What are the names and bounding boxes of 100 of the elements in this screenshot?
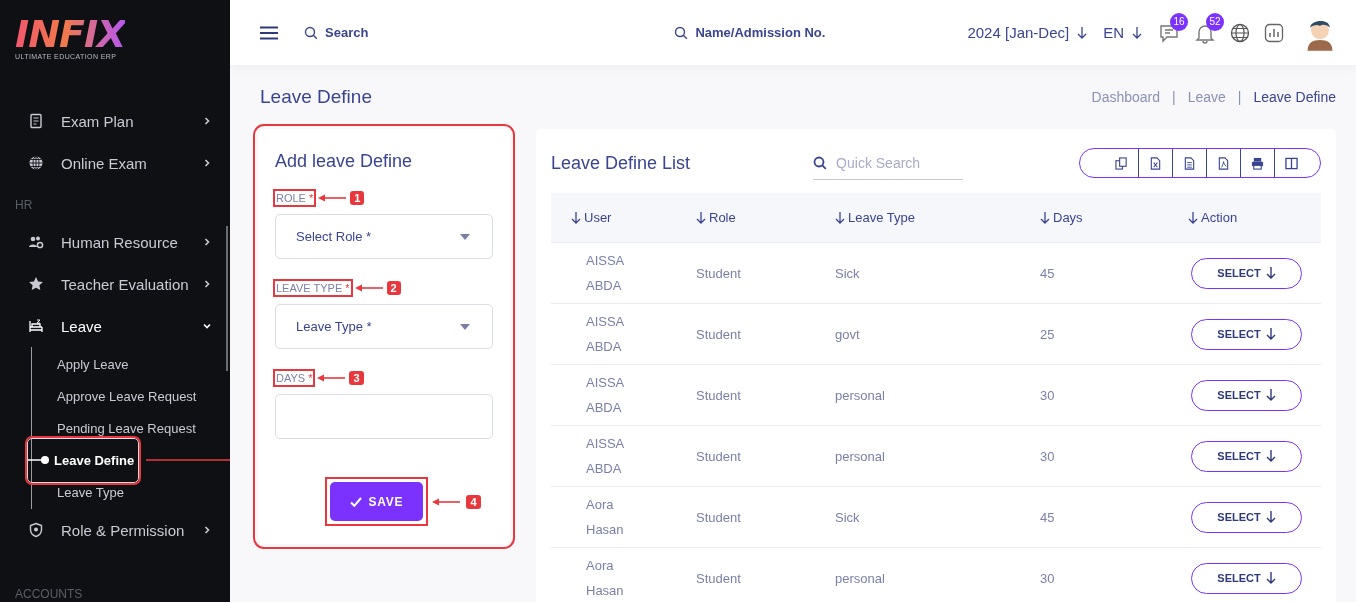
breadcrumb-separator: | (1237, 89, 1242, 105)
field-label: DAYS * (275, 371, 314, 385)
submenu-item[interactable]: Pending Leave Request (32, 418, 196, 438)
table-cell-text: personal (835, 448, 886, 464)
page-title: Leave Define (260, 86, 372, 108)
input-field[interactable] (275, 394, 493, 439)
table-cell-text: AISSA ABDA (585, 374, 625, 417)
sidebar-item[interactable]: Online Exam (0, 142, 230, 184)
breadcrumb-link[interactable]: Leave Define (1253, 89, 1336, 105)
table-cell-text: Aora Hasan (585, 557, 625, 600)
sort-arrow-icon (696, 211, 706, 224)
column-header[interactable]: Days (1040, 210, 1188, 225)
callout-arrow (432, 496, 461, 507)
callout-number: 3 (349, 371, 364, 385)
chart-icon[interactable] (1264, 22, 1284, 43)
column-header[interactable]: User (571, 210, 696, 225)
down-arrow-icon (1265, 450, 1276, 462)
bed-icon (28, 318, 44, 334)
table-cell-text: Student (696, 509, 742, 525)
table-cell-text: 30 (1040, 448, 1056, 464)
pdf-file-icon (1217, 156, 1230, 170)
submenu-item[interactable]: Approve Leave Request (32, 386, 197, 406)
chevron-icon (202, 158, 212, 168)
sidebar-item[interactable]: Teacher Evaluation (0, 263, 230, 305)
down-arrow-icon (1265, 389, 1276, 401)
down-arrow-icon (1132, 26, 1142, 39)
clipboard-icon (28, 113, 44, 129)
sidebar-item[interactable]: Exam Plan (0, 100, 230, 142)
table-cell-text: govt (835, 326, 861, 342)
columns-icon (1285, 156, 1298, 170)
table-cell-text: AISSA ABDA (585, 313, 625, 356)
sidebar-item[interactable]: Human Resource (0, 221, 230, 263)
submenu-item[interactable]: Leave Type (32, 482, 124, 502)
text-file-icon (1183, 156, 1196, 170)
select-button[interactable]: SELECT (1191, 562, 1302, 594)
globe-icon (28, 155, 44, 171)
down-arrow-icon (1265, 511, 1276, 523)
language-dropdown[interactable]: EN (1103, 24, 1142, 41)
chevron-icon (202, 525, 212, 535)
callout-number: 4 (466, 494, 481, 509)
search-icon (813, 155, 828, 170)
star-icon (28, 276, 44, 292)
nav-section-heading: HR (14, 197, 34, 214)
copy-icon (1114, 156, 1128, 170)
chevron-icon (202, 116, 212, 126)
chevron-icon (202, 279, 212, 289)
table-cell-text: personal (835, 570, 886, 586)
callout-arrow (318, 193, 347, 203)
callout-number: 2 (386, 281, 401, 295)
select-button[interactable]: SELECT (1191, 257, 1302, 289)
down-arrow-icon (1265, 267, 1276, 279)
table-cell-text: Aora Hasan (585, 496, 625, 539)
search-icon (674, 25, 689, 40)
excel-file-icon (1149, 156, 1162, 170)
field-label: ROLE * (275, 191, 315, 205)
table-cell-text: AISSA ABDA (585, 252, 625, 295)
menu-icon[interactable] (260, 25, 278, 40)
session-dropdown[interactable]: 2024 [Jan-Dec] (967, 24, 1088, 41)
table-cell-text: Student (696, 265, 742, 281)
select-button[interactable]: SELECT (1191, 379, 1302, 411)
submenu-item[interactable]: Leave Define (27, 437, 140, 483)
shield-icon (28, 522, 44, 538)
table-cell-text: 45 (1040, 509, 1056, 525)
table-cell-text: Student (696, 326, 742, 342)
down-arrow-icon (1265, 328, 1276, 340)
submenu-item[interactable]: Apply Leave (32, 354, 129, 374)
table-cell-text: Sick (835, 265, 861, 281)
sidebar-item[interactable]: Role & Permission (0, 509, 230, 551)
column-header[interactable]: Action (1188, 210, 1321, 225)
table-cell-text: 25 (1040, 326, 1056, 342)
select-dropdown[interactable]: Leave Type * (275, 304, 493, 349)
column-header[interactable]: Leave Type (835, 210, 1040, 225)
select-button[interactable]: SELECT (1191, 440, 1302, 472)
student-search-field[interactable]: Name/Admission No. (674, 25, 826, 40)
callout-arrow (317, 373, 346, 383)
globe-icon[interactable] (1230, 22, 1250, 43)
callout-arrow (354, 283, 383, 293)
print-icon (1251, 156, 1264, 170)
search-field[interactable]: Search (304, 25, 369, 40)
sort-arrow-icon (571, 211, 581, 224)
dropdown-caret-icon (460, 323, 470, 330)
sidebar-item[interactable]: Leave (0, 305, 230, 347)
column-header[interactable]: Role (696, 210, 835, 225)
check-icon (350, 496, 363, 507)
nav-section-heading: ACCOUNTS (14, 586, 84, 602)
down-arrow-icon (1265, 572, 1276, 584)
count-badge: 16 (1170, 12, 1188, 31)
table-cell-text: Sick (835, 509, 861, 525)
form-title: Add leave Define (275, 151, 414, 172)
down-arrow-icon (1077, 26, 1088, 39)
people-gear-icon (28, 234, 44, 250)
select-dropdown[interactable]: Select Role * (275, 214, 493, 259)
table-cell-text: 30 (1040, 570, 1056, 586)
table-cell-text: 45 (1040, 265, 1056, 281)
select-button[interactable]: SELECT (1191, 318, 1302, 350)
dropdown-caret-icon (460, 233, 470, 240)
table-cell-text: AISSA ABDA (585, 435, 625, 478)
select-button[interactable]: SELECT (1191, 501, 1302, 533)
save-button[interactable]: SAVE (330, 482, 424, 521)
field-label: LEAVE TYPE * (275, 281, 351, 295)
